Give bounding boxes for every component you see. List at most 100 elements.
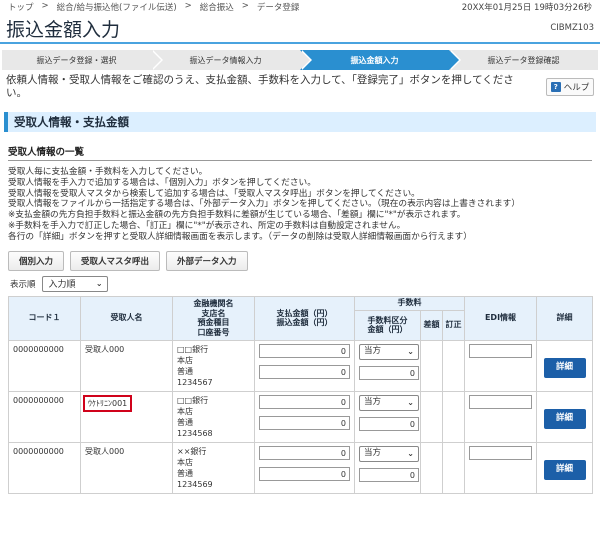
pay-amount-input[interactable]: 0 [259,445,350,460]
col-header-payee: 受取人名 [80,295,173,341]
note-line: 受取人情報を手入力で追加する場合は、「個別入力」ボタンを押してください。 [8,177,316,188]
help-icon: ? [550,82,561,92]
col-header-correction: 訂正 [441,309,466,341]
note-line: ※手数料を手入力で訂正した場合、「訂正」欄に"*"が表示され、所定の手数料は自動… [8,220,406,231]
cell-amount: 0 0 [254,339,355,392]
breadcrumb-item-top[interactable]: トップ [8,1,34,13]
note-line: 受取人毎に支払金額・手数料を入力してください。 [8,167,208,177]
sort-select[interactable]: 入力順 ⌄ [41,275,108,292]
sort-row: 表示順 入力順 ⌄ [10,275,592,292]
fee-type-select[interactable]: 当方 ⌄ [359,343,419,360]
breadcrumb: トップ > 総合/給与振込他(ファイル伝送) > 総合振込 > データ登録 [8,1,299,13]
cell-correction [441,441,466,494]
individual-input-button[interactable]: 個別入力 [8,250,65,271]
cell-payee: 受取人000 [80,339,173,392]
cell-bank: ××銀行 本店 普通 1234569 [172,441,255,494]
table-row: 0000000000 受取人000 □□銀行 本店 普通 1234567 0 0 当方… [8,339,594,392]
transfer-amount-input[interactable]: 0 [259,364,350,379]
col-header-detail: 詳細 [536,295,594,341]
cell-edi [464,339,538,392]
step-1: 振込データ登録・選択 [2,50,163,70]
cell-correction [441,390,466,443]
breadcrumb-separator: > [241,1,249,11]
payee-master-button[interactable]: 受取人マスタ呼出 [70,250,161,271]
cell-detail: 詳細 [536,441,594,494]
cell-fee: 当方 ⌄ 0 [354,390,421,443]
cell-amount: 0 0 [254,441,355,494]
cell-diff [420,390,443,443]
detail-button[interactable]: 詳細 [543,459,586,480]
cell-amount: 0 0 [254,390,355,443]
breadcrumb-separator: > [41,1,49,11]
instructions: 受取人毎に支払金額・手数料を入力してください。 受取人情報を手入力で追加する場合… [8,167,592,243]
edi-input[interactable] [469,394,533,409]
fee-type-select[interactable]: 当方 ⌄ [359,445,419,462]
intro: 依頼人情報・受取人情報をご確認のうえ、支払金額、手数料を入力して、「登録完了」ボ… [0,74,600,104]
col-header-bank: 金融機関名 支店名 預金種目 口座番号 [172,295,255,341]
payee-table: コード１ 受取人名 金融機関名 支店名 預金種目 口座番号 支払金額（円） 振込金額（円… [8,295,594,494]
cell-edi [464,441,538,494]
topbar: トップ > 総合/給与振込他(ファイル伝送) > 総合振込 > データ登録 20… [0,0,600,14]
breadcrumb-separator: > [184,1,192,11]
chevron-down-icon: ⌄ [407,449,414,459]
cell-detail: 詳細 [536,339,594,392]
table-row: 0000000000 ｳｹﾄﾘﾆﾝ001 □□銀行 本店 普通 1234568 0 0… [8,390,594,443]
section-title: 受取人情報・支払金額 [4,112,596,132]
chevron-down-icon: ⌄ [95,279,103,289]
col-header-amount: 支払金額（円） 振込金額（円） [254,295,355,341]
cell-code: 0000000000 [8,441,81,494]
chevron-down-icon: ⌄ [407,347,414,357]
cell-code: 0000000000 [8,390,81,443]
col-header-fee-group: 手数料 [353,295,466,311]
note-line: 受取人情報を受取人マスタから検索して追加する場合は、「受取人マスタ呼出」ボタンを… [8,188,420,199]
breadcrumb-item-current: データ登録 [256,3,300,13]
cell-edi [464,390,538,443]
fee-amount-input[interactable]: 0 [359,365,419,380]
intro-text: 依頼人情報・受取人情報をご確認のうえ、支払金額、手数料を入力して、「登録完了」ボ… [6,74,514,99]
fee-amount-input[interactable]: 0 [359,467,419,482]
external-data-button[interactable]: 外部データ入力 [166,250,248,271]
note-line: 各行の「詳細」ボタンを押すと受取人詳細情報画面を表示します。（データの削除は受取… [8,231,472,242]
col-header-code: コード１ [8,295,81,341]
col-header-fee-type: 手数料区分 金額（円） [354,309,421,341]
cell-fee: 当方 ⌄ 0 [354,441,421,494]
pay-amount-input[interactable]: 0 [259,394,350,409]
cell-detail: 詳細 [536,390,594,443]
fee-type-select[interactable]: 当方 ⌄ [359,394,419,411]
step-indicator: 振込データ登録・選択 振込データ情報入力 振込金額入力 振込データ登録確認 [2,50,598,70]
detail-button[interactable]: 詳細 [543,408,586,429]
step-3-current: 振込金額入力 [300,50,461,70]
chevron-down-icon: ⌄ [407,398,414,408]
cell-payee: 受取人000 [80,441,173,494]
breadcrumb-item-service[interactable]: 総合/給与振込他(ファイル伝送) [57,1,177,13]
edi-input[interactable] [469,445,533,460]
step-4: 振込データ登録確認 [449,50,598,70]
screen-id: CIBMZ103 [550,23,594,33]
cell-code: 0000000000 [8,339,81,392]
cell-bank: □□銀行 本店 普通 1234567 [172,339,255,392]
detail-button[interactable]: 詳細 [543,357,586,378]
cell-diff [420,339,443,392]
note-line: 受取人情報をファイルから一括指定する場合は、「外部データ入力」ボタンを押してくだ… [8,199,521,210]
table-row: 0000000000 受取人000 ××銀行 本店 普通 1234569 0 0 当方… [8,441,594,494]
cell-fee: 当方 ⌄ 0 [354,339,421,392]
transfer-amount-input[interactable]: 0 [259,415,350,430]
help-button[interactable]: ? ヘルプ [546,78,594,96]
cell-bank: □□銀行 本店 普通 1234568 [172,390,255,443]
pay-amount-input[interactable]: 0 [259,343,350,358]
breadcrumb-item-transfer[interactable]: 総合振込 [200,1,234,13]
sort-label: 表示順 [10,279,36,290]
sort-select-value: 入力順 [48,280,76,291]
cell-payee: ｳｹﾄﾘﾆﾝ001 [80,390,173,443]
step-2: 振込データ情報入力 [151,50,312,70]
edi-input[interactable] [469,343,533,358]
payee-name-highlighted: ｳｹﾄﾘﾆﾝ001 [83,394,133,412]
note-line: ※支払金額の先方負担手数料と振込金額の先方負担手数料に差額が生じている場合、「差… [8,210,466,221]
fee-amount-input[interactable]: 0 [359,416,419,431]
title-bar: 振込金額入力 CIBMZ103 [0,14,600,44]
cell-diff [420,441,443,494]
subsection-title: 受取人情報の一覧 [8,144,592,161]
action-buttons: 個別入力 受取人マスタ呼出 外部データ入力 [8,250,592,271]
transfer-amount-input[interactable]: 0 [259,466,350,481]
col-header-diff: 差額 [420,309,443,341]
